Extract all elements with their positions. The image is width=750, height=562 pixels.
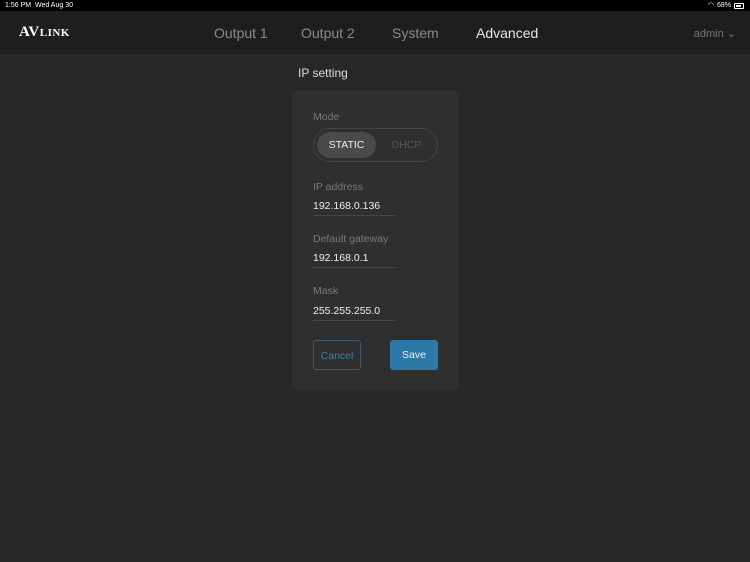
user-menu[interactable]: admin ⌄ [694,27,736,40]
chevron-down-icon: ⌄ [726,28,736,40]
gateway-input[interactable]: 192.168.0.1 [313,252,397,268]
page-title: IP setting [298,66,348,80]
mode-label: Mode [313,111,340,123]
top-nav: AVLINK Output 1 Output 2 System Advanced… [0,11,750,54]
ip-address-label: IP address [313,181,364,193]
status-time-date: 1:56 PM Wed Aug 30 [5,0,73,11]
mode-dhcp-option[interactable]: DHCP [377,132,436,158]
save-button[interactable]: Save [390,340,438,370]
ip-address-input[interactable]: 192.168.0.136 [313,200,397,216]
status-date: Wed Aug 30 [34,2,73,9]
tab-advanced[interactable]: Advanced [476,25,538,41]
mask-label: Mask [313,285,339,297]
tab-output-2[interactable]: Output 2 [301,25,355,41]
wifi-icon: ◠ [707,2,714,9]
tab-system[interactable]: System [392,25,439,41]
mode-static-option[interactable]: STATIC [317,132,376,158]
status-time: 1:56 PM [5,2,32,9]
battery-percent: 68% [716,2,731,9]
tab-output-1[interactable]: Output 1 [214,25,268,41]
user-name: admin [693,28,724,40]
gateway-label: Default gateway [313,233,389,245]
cancel-button[interactable]: Cancel [313,340,361,370]
avlink-logo: AVLINK [19,24,70,40]
mode-toggle: STATIC DHCP [313,128,438,162]
battery-icon [734,2,744,9]
status-bar: 1:56 PM Wed Aug 30 ◠ 68% [0,0,750,11]
ip-setting-card: Mode STATIC DHCP IP address 192.168.0.13… [292,91,459,390]
mask-input[interactable]: 255.255.255.0 [313,305,397,321]
